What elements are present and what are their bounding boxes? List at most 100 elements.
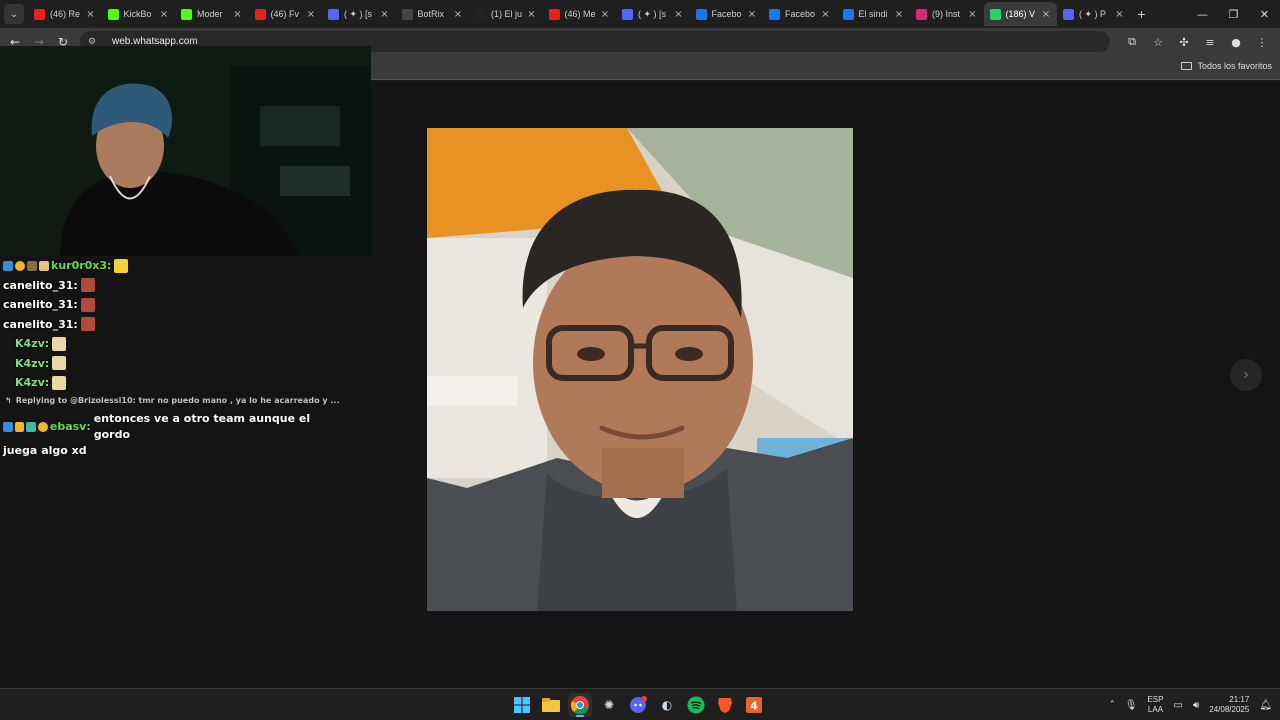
restore-icon[interactable]: ❐ <box>1218 0 1249 28</box>
viewed-photo[interactable] <box>427 128 853 611</box>
tab-close-icon[interactable]: × <box>968 9 978 20</box>
tab-close-icon[interactable]: × <box>306 9 316 20</box>
browser-tab[interactable]: (186) V × <box>983 2 1057 26</box>
file-explorer-icon[interactable] <box>539 693 563 717</box>
network-icon[interactable]: ▭ <box>1173 700 1182 711</box>
minimize-icon[interactable]: — <box>1187 0 1218 28</box>
browser-tab[interactable]: BotRix × <box>396 2 470 26</box>
new-tab-button[interactable]: + <box>1131 6 1153 22</box>
all-bookmarks-button[interactable]: Todos los favoritos <box>1181 61 1272 71</box>
brave-icon[interactable] <box>713 693 737 717</box>
profile-icon[interactable]: ● <box>1226 32 1246 52</box>
volume-icon[interactable]: 🔊︎ <box>1193 700 1199 711</box>
chevron-up-icon[interactable]: ˄ <box>1110 700 1115 711</box>
tab-title: ( ✦ ) [s <box>344 8 373 19</box>
tab-title: KickBo <box>123 9 152 19</box>
chat-message: K4zv: <box>3 373 343 393</box>
browser-tab[interactable]: El sindi × <box>837 2 911 26</box>
badge-icon <box>27 260 37 271</box>
chat-username[interactable]: K4zv: <box>15 337 49 350</box>
tab-title: Facebo <box>711 9 742 19</box>
app-icon <box>1063 8 1074 20</box>
browser-tab[interactable]: (46) Me × <box>543 2 617 26</box>
window-controls: — ❐ ✕ <box>1187 0 1280 28</box>
tab-close-icon[interactable]: × <box>747 9 757 20</box>
chatgpt-icon[interactable]: ✺ <box>597 693 621 717</box>
tab-close-icon[interactable]: × <box>674 9 684 20</box>
app-icon <box>622 8 633 20</box>
tiktok-icon <box>475 8 486 20</box>
chat-message: K4zv: <box>3 334 343 354</box>
tab-close-icon[interactable]: × <box>600 9 610 20</box>
browser-tab[interactable]: ( ✦ ) P × <box>1057 2 1131 26</box>
chat-username[interactable]: ebasv: <box>50 419 91 435</box>
tab-close-icon[interactable]: × <box>159 9 169 20</box>
browser-tab[interactable]: (9) Inst × <box>910 2 984 26</box>
browser-tab[interactable]: KickBo × <box>102 2 176 26</box>
spotify-icon[interactable] <box>684 693 708 717</box>
browser-tab[interactable]: ( ✦ ) [s × <box>616 2 690 26</box>
start-icon[interactable] <box>510 693 534 717</box>
facebook-icon <box>695 8 707 20</box>
system-tray: ˄ 🎙︎ ESP LAA ▭ 🔊︎ 21:17 24/08/2025 🔔︎ <box>1110 691 1272 719</box>
menu-icon[interactable]: ⋮ <box>1252 32 1272 52</box>
extensions-icon[interactable]: ✣ <box>1174 32 1194 52</box>
clock[interactable]: 21:17 24/08/2025 <box>1209 695 1249 715</box>
tab-search-button[interactable]: ⌄ <box>4 4 24 24</box>
svg-text:4: 4 <box>750 700 758 713</box>
browser-tab[interactable]: (46) Re × <box>28 2 102 26</box>
app-4-icon[interactable]: 4 <box>742 693 766 717</box>
instagram-icon <box>916 8 927 20</box>
tab-close-icon[interactable]: × <box>894 9 904 20</box>
tab-close-icon[interactable]: × <box>380 9 390 20</box>
badge-icon <box>3 421 13 432</box>
tab-strip: ⌄ (46) Re × KickBo × Moder × (46) Fv × ( ✦ ) [s ×… <box>0 0 1280 28</box>
chat-message: K4zv: <box>3 354 343 374</box>
chat-username[interactable]: canelito_31: <box>3 318 78 331</box>
chrome-icon[interactable] <box>568 693 592 717</box>
media-controls-icon[interactable]: ≡ <box>1200 32 1220 52</box>
chat-username[interactable]: kur0r0x3: <box>51 259 111 272</box>
browser-tab[interactable]: Facebo × <box>763 2 837 26</box>
tab-title: BotRix <box>417 9 445 19</box>
chat-username[interactable]: K4zv: <box>15 357 49 370</box>
emote-icon <box>80 317 95 332</box>
reply-text: Replying to @Brizolessi10: tmr no puedo … <box>15 396 340 405</box>
next-media-button[interactable]: › <box>1230 359 1262 391</box>
tab-close-icon[interactable]: × <box>86 9 96 20</box>
close-window-icon[interactable]: ✕ <box>1249 0 1280 28</box>
site-info-icon[interactable]: ⚙ <box>88 37 100 47</box>
reply-context: ↰ Replying to @Brizolessi10: tmr no pued… <box>5 393 343 409</box>
tab-close-icon[interactable]: × <box>233 9 243 20</box>
tab-title: (9) Inst <box>932 9 961 19</box>
chat-message: canelito_31: <box>3 315 343 335</box>
discord-icon[interactable] <box>626 693 650 717</box>
chat-username[interactable]: canelito_31: <box>3 298 78 311</box>
chat-message-text: entonces ve a otro team aunque el gordo <box>93 411 311 441</box>
browser-tab[interactable]: (1) El ju × <box>469 2 543 26</box>
whatsapp-icon <box>989 8 1001 20</box>
chat-username[interactable]: K4zv: <box>15 376 49 389</box>
install-app-icon[interactable]: ⧉ <box>1122 32 1142 52</box>
language-indicator[interactable]: ESP LAA <box>1147 695 1163 715</box>
browser-tab[interactable]: Moder × <box>175 2 249 26</box>
tab-title: (186) V <box>1005 9 1036 19</box>
browser-tab[interactable]: Facebo × <box>690 2 764 26</box>
badge-icon <box>15 260 25 271</box>
steam-icon[interactable]: ◐ <box>655 693 679 717</box>
microphone-icon[interactable]: 🎙︎ <box>1125 700 1138 711</box>
browser-tab[interactable]: (46) Fv × <box>249 2 323 26</box>
folder-icon <box>1181 62 1193 70</box>
tab-close-icon[interactable]: × <box>527 9 537 20</box>
tab-close-icon[interactable]: × <box>1115 9 1125 20</box>
browser-tab[interactable]: ( ✦ ) [s × <box>322 2 396 26</box>
tab-close-icon[interactable]: × <box>821 9 831 20</box>
chat-username[interactable]: canelito_31: <box>3 279 78 292</box>
bookmark-star-icon[interactable]: ☆ <box>1148 32 1168 52</box>
emote-icon <box>114 258 129 273</box>
tab-close-icon[interactable]: × <box>453 9 463 20</box>
badge-icon <box>3 260 13 271</box>
notifications-icon[interactable]: 🔔︎ <box>1259 700 1272 711</box>
emote-icon <box>80 278 95 293</box>
tab-close-icon[interactable]: × <box>1041 9 1051 20</box>
